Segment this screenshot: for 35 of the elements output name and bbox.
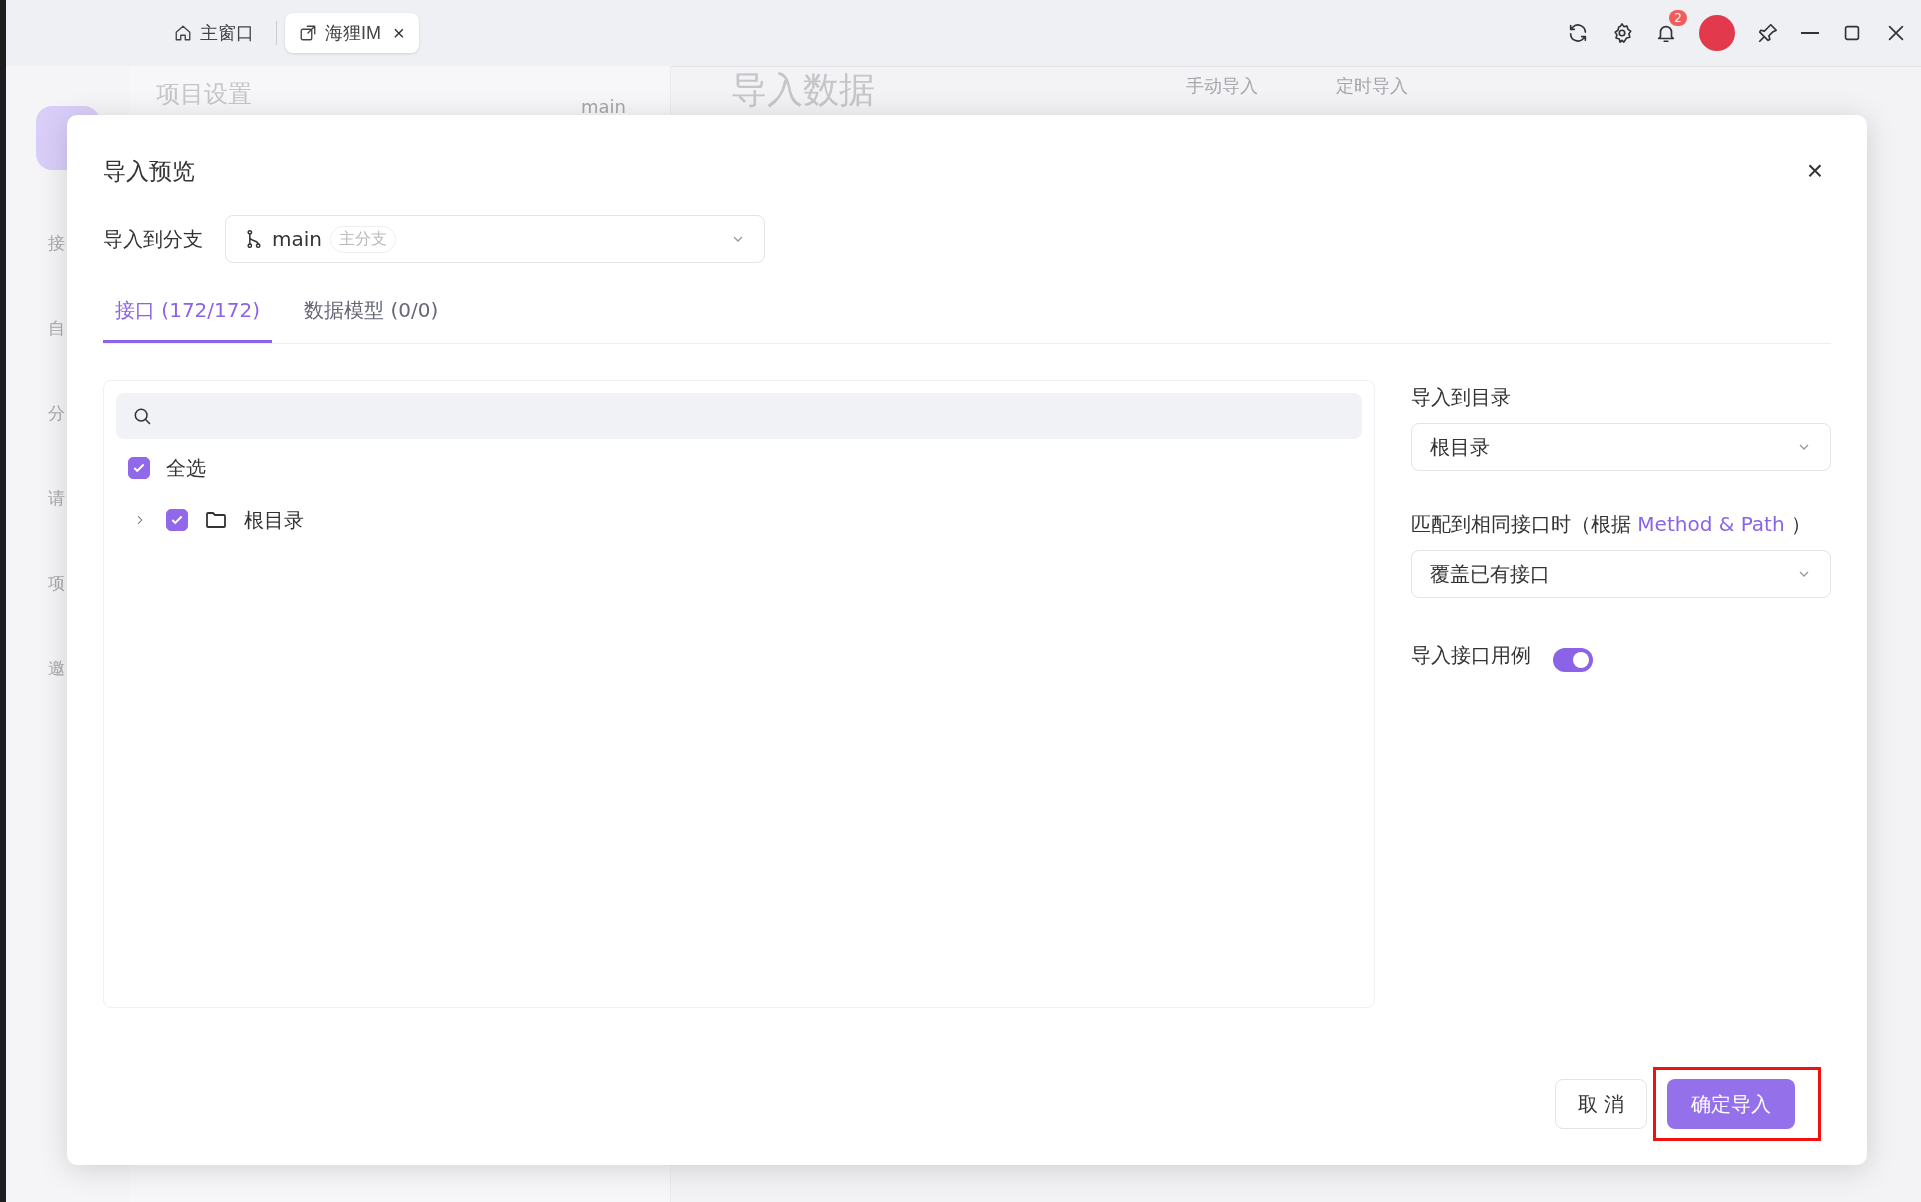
tree-item-label[interactable]: 根目录 — [244, 506, 304, 534]
settings-icon — [1611, 22, 1633, 44]
method-path-link[interactable]: Method & Path — [1637, 512, 1785, 536]
select-all-label[interactable]: 全选 — [166, 454, 206, 482]
field-label: 导入到分支 — [103, 225, 203, 253]
window-tab[interactable]: 主窗口 — [160, 13, 268, 53]
refresh-icon — [1567, 22, 1589, 44]
close-icon[interactable]: × — [393, 21, 405, 45]
cancel-button[interactable]: 取 消 — [1554, 1079, 1647, 1129]
toggle-label: 导入接口用例 — [1411, 642, 1531, 669]
window-tab[interactable]: 海狸IM × — [285, 13, 419, 53]
field-label: 导入到目录 — [1411, 384, 1512, 411]
dialog-title: 导入预览 — [103, 156, 195, 186]
check-icon — [132, 461, 146, 475]
check-icon — [170, 513, 184, 527]
directory-select[interactable]: 根目录 — [1411, 423, 1831, 471]
pin-icon — [1757, 22, 1779, 44]
tab[interactable]: 数据模型 (0/0) — [292, 287, 451, 343]
search-field[interactable] — [116, 393, 1362, 439]
toggle-switch[interactable] — [1553, 647, 1593, 672]
home-icon — [174, 24, 192, 42]
match-mode-select[interactable]: 覆盖已有接口 — [1411, 550, 1831, 598]
branch-label: main — [581, 96, 626, 117]
checkbox[interactable] — [166, 509, 188, 531]
notification-badge: 2 — [1669, 10, 1687, 26]
avatar[interactable] — [1699, 15, 1735, 51]
close-button[interactable]: × — [1798, 155, 1831, 187]
checkbox[interactable] — [128, 457, 150, 479]
branch-select[interactable]: main 主分支 — [225, 215, 765, 263]
field-label: 匹配到相同接口时（根据 Method & Path ） — [1411, 511, 1812, 538]
external-link-icon — [299, 24, 317, 42]
confirm-button[interactable]: 确定导入 — [1667, 1079, 1795, 1129]
branch-icon — [244, 229, 264, 249]
search-icon — [132, 406, 152, 426]
tab[interactable]: 接口 (172/172) — [103, 287, 273, 343]
